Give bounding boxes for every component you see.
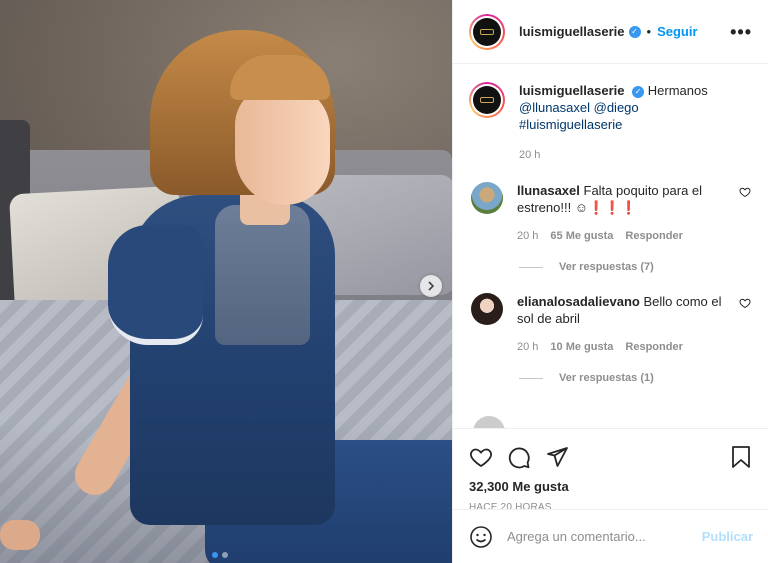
comment-avatar[interactable]: [473, 416, 505, 428]
reply-button[interactable]: Responder: [625, 339, 682, 356]
more-options-icon[interactable]: •••: [730, 23, 752, 41]
post-photo[interactable]: [0, 0, 452, 563]
comment-likes[interactable]: 65 Me gusta: [550, 228, 613, 245]
caption-time: 20 h: [519, 149, 541, 161]
separator-dot: •: [646, 24, 652, 39]
view-replies-button[interactable]: Ver respuestas (1): [519, 372, 752, 384]
like-heart-icon[interactable]: [469, 445, 493, 469]
comment-composer: Publicar: [453, 509, 768, 563]
comment-avatar[interactable]: [471, 293, 503, 325]
comment-input[interactable]: [507, 529, 702, 544]
caption-text: Hermanos: [647, 83, 708, 98]
caption-avatar[interactable]: [469, 82, 505, 118]
avatar[interactable]: [469, 13, 505, 50]
emoji-icon[interactable]: [469, 525, 493, 549]
chevron-right-icon: [428, 281, 435, 291]
comment-username[interactable]: llunasaxel: [517, 183, 580, 198]
comment-like-icon[interactable]: [738, 186, 752, 198]
comment-likes[interactable]: 10 Me gusta: [550, 339, 613, 356]
comments-list[interactable]: luismiguellaserie ✓ Hermanos @llunasaxel…: [453, 64, 768, 428]
verified-badge-icon: ✓: [632, 85, 645, 98]
carousel-next-button[interactable]: [420, 275, 442, 297]
comment-like-icon[interactable]: [738, 297, 752, 309]
caption-username[interactable]: luismiguellaserie: [519, 83, 625, 98]
carousel-indicator: [212, 552, 228, 558]
comment-item: elianalosadalievano Bello como el sol de…: [469, 293, 752, 356]
caption-hashtag[interactable]: #luismiguellaserie: [519, 116, 752, 133]
caption-mentions[interactable]: @llunasaxel @diego: [519, 99, 752, 116]
follow-button[interactable]: Seguir: [657, 24, 697, 39]
post-header: luismiguellaserie ✓ • Seguir •••: [453, 0, 768, 64]
comment-time: 20 h: [517, 230, 539, 242]
publish-button[interactable]: Publicar: [702, 529, 753, 544]
header-username[interactable]: luismiguellaserie: [519, 24, 625, 39]
comment-avatar[interactable]: [471, 182, 503, 214]
post-panel: luismiguellaserie ✓ • Seguir ••• luismig…: [452, 0, 768, 563]
verified-badge-icon: ✓: [628, 25, 641, 38]
carousel-dot: [222, 552, 228, 558]
post-actions: 32,300 Me gusta HACE 20 HORAS: [453, 428, 768, 518]
comment-time: 20 h: [517, 341, 539, 353]
bookmark-icon[interactable]: [730, 445, 752, 469]
carousel-dot-active: [212, 552, 218, 558]
comment-username[interactable]: elianalosadalievano: [517, 294, 640, 309]
reply-button[interactable]: Responder: [625, 228, 682, 245]
view-replies-button[interactable]: Ver respuestas (7): [519, 261, 752, 273]
comment-item: llunasaxel Falta poquito para el estreno…: [469, 182, 752, 245]
photo-shirt-panel: [215, 205, 310, 345]
photo-child-face: [235, 85, 330, 205]
photo-child-fringe: [230, 55, 330, 100]
share-send-icon[interactable]: [545, 445, 569, 469]
likes-count[interactable]: 32,300 Me gusta: [469, 479, 752, 494]
comment-bubble-icon[interactable]: [507, 445, 531, 469]
photo-child-hand: [0, 520, 40, 550]
comment-item-partial: [471, 416, 751, 428]
post-caption: luismiguellaserie ✓ Hermanos @llunasaxel…: [469, 82, 752, 164]
photo-child-sleeve: [108, 225, 203, 345]
